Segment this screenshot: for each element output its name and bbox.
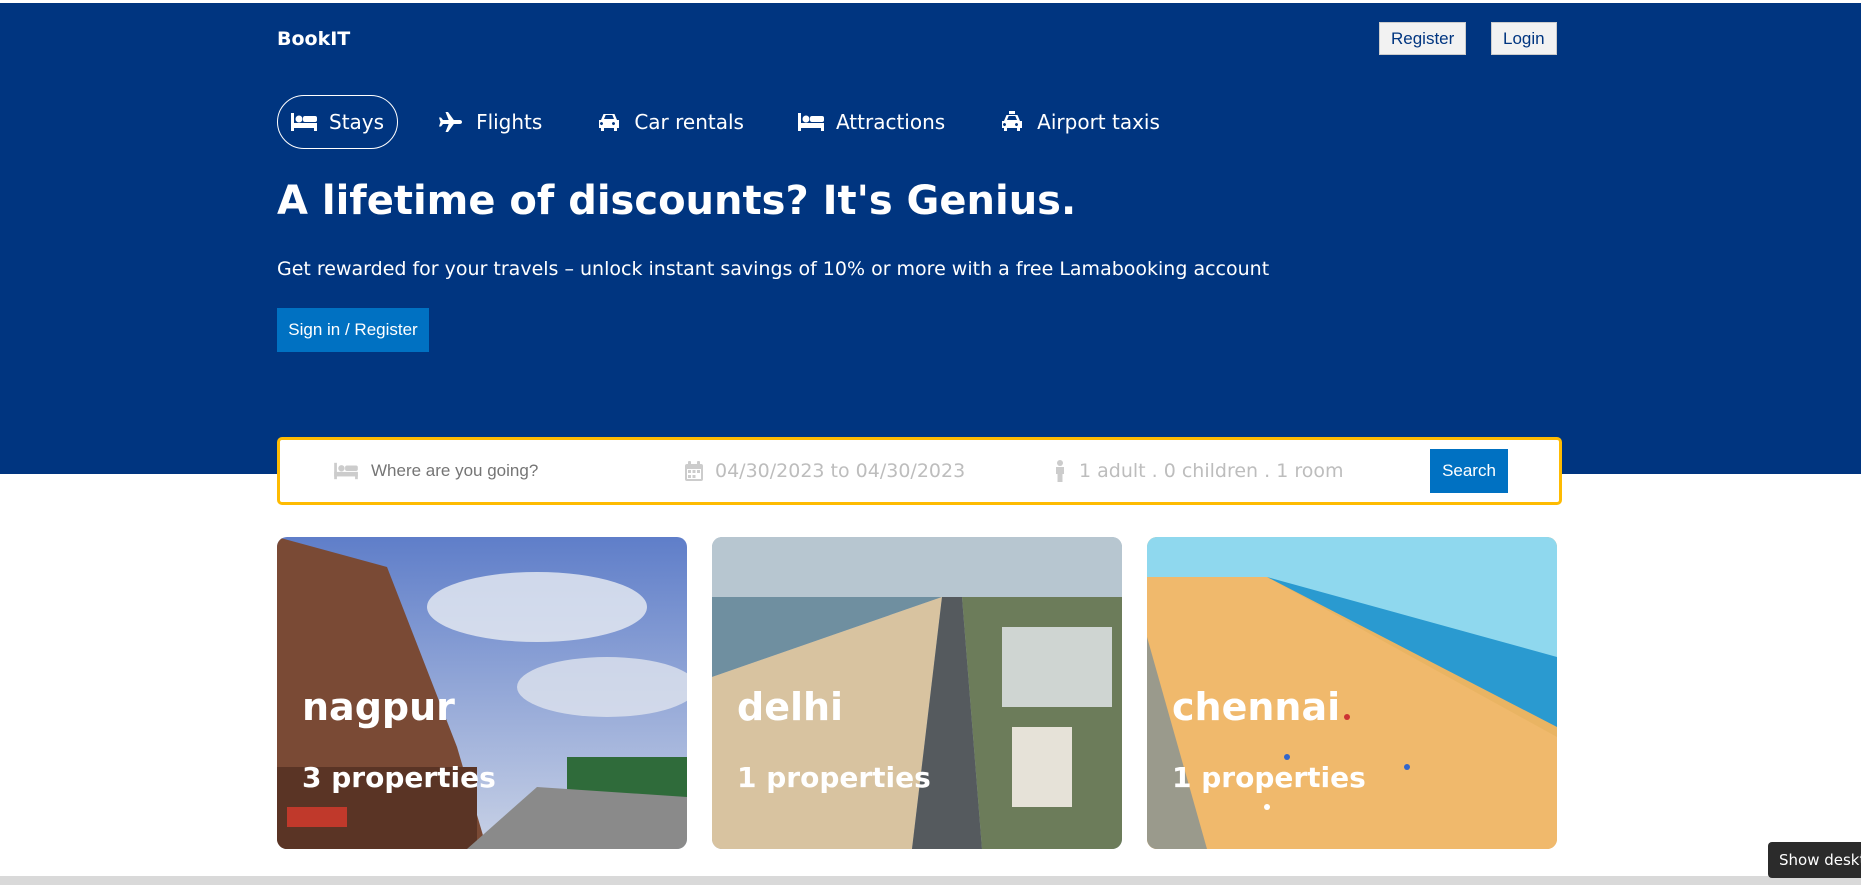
city-card-delhi[interactable]: delhi 1 properties bbox=[712, 537, 1122, 849]
tab-car-rentals[interactable]: Car rentals bbox=[582, 95, 758, 149]
search-bar: 04/30/2023 to 04/30/2023 1 adult . 0 chi… bbox=[277, 437, 1562, 505]
city-card-chennai[interactable]: chennai 1 properties bbox=[1147, 537, 1557, 849]
city-card-nagpur[interactable]: nagpur 3 properties bbox=[277, 537, 687, 849]
city-cards: nagpur 3 properties delhi 1 properties c… bbox=[277, 537, 1582, 849]
person-icon bbox=[1056, 460, 1064, 482]
hero-description: Get rewarded for your travels – unlock i… bbox=[277, 258, 1270, 280]
bed-icon bbox=[334, 462, 358, 480]
bed-icon bbox=[797, 113, 824, 131]
taxi-icon bbox=[1002, 111, 1023, 131]
destination-field[interactable] bbox=[333, 440, 631, 502]
logo[interactable]: BookIT bbox=[277, 28, 350, 50]
sign-in-register-button[interactable]: Sign in / Register bbox=[277, 308, 429, 352]
city-properties: 3 properties bbox=[302, 761, 496, 794]
tab-flights[interactable]: Flights bbox=[424, 95, 556, 149]
city-name: delhi bbox=[737, 685, 844, 729]
tab-label: Flights bbox=[476, 110, 543, 134]
tab-label: Airport taxis bbox=[1037, 110, 1160, 134]
bed-icon bbox=[291, 113, 317, 131]
date-range-text: 04/30/2023 to 04/30/2023 bbox=[715, 460, 966, 482]
plane-icon bbox=[439, 112, 463, 132]
tab-attractions[interactable]: Attractions bbox=[784, 95, 959, 149]
tab-stays[interactable]: Stays bbox=[277, 95, 399, 149]
city-name: chennai bbox=[1172, 685, 1341, 729]
guests-text: 1 adult . 0 children . 1 room bbox=[1079, 460, 1344, 482]
city-properties: 1 properties bbox=[737, 761, 931, 794]
destination-input[interactable] bbox=[371, 461, 631, 481]
city-properties: 1 properties bbox=[1172, 761, 1366, 794]
tab-label: Attractions bbox=[835, 110, 946, 134]
search-button[interactable]: Search bbox=[1430, 449, 1508, 493]
tab-label: Stays bbox=[329, 110, 385, 134]
register-button[interactable]: Register bbox=[1379, 22, 1467, 55]
hero-title: A lifetime of discounts? It's Genius. bbox=[277, 178, 1077, 224]
tab-label: Car rentals bbox=[634, 110, 744, 134]
tab-airport-taxis[interactable]: Airport taxis bbox=[985, 95, 1174, 149]
login-button[interactable]: Login bbox=[1491, 22, 1557, 55]
guests-field[interactable]: 1 adult . 0 children . 1 room bbox=[1053, 440, 1343, 502]
show-desktop-tooltip: Show desktop bbox=[1768, 842, 1861, 878]
city-name: nagpur bbox=[302, 685, 455, 729]
horizontal-scrollbar[interactable] bbox=[0, 876, 1861, 885]
car-icon bbox=[599, 114, 620, 131]
calendar-icon bbox=[685, 461, 703, 481]
nav-tabs: Stays Flights Car rentals Attractions Ai… bbox=[277, 95, 1200, 149]
date-range-field[interactable]: 04/30/2023 to 04/30/2023 bbox=[685, 440, 965, 502]
header: BookIT Register Login Stays Flights Car … bbox=[0, 3, 1861, 474]
